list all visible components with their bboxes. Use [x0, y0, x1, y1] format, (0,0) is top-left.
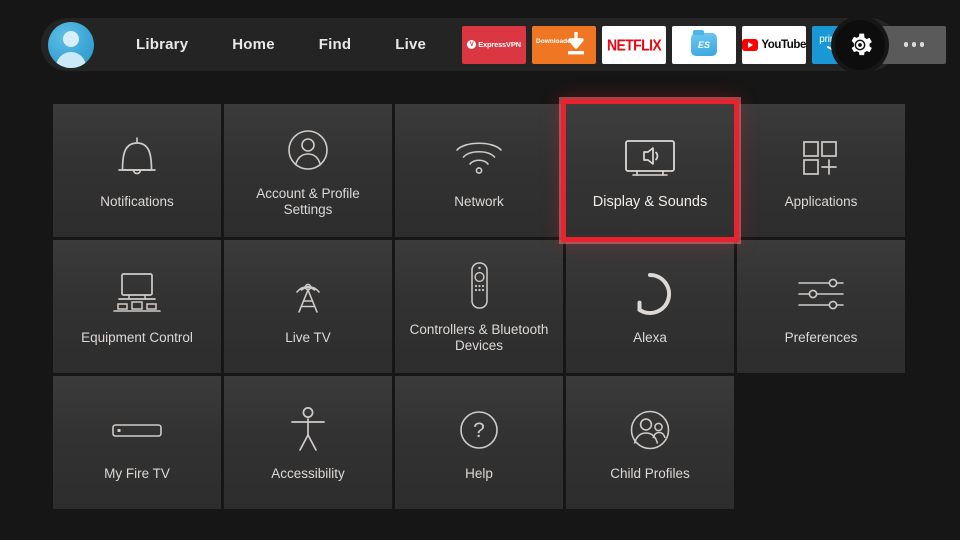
settings-tile-applications[interactable]: Applications [737, 104, 905, 237]
settings-tile-controllers-bluetooth-devices[interactable]: Controllers & Bluetooth Devices [395, 240, 563, 373]
app-label-youtube: YouTube [761, 38, 807, 51]
more-dots-icon [903, 42, 925, 47]
settings-tile-display-and-sounds[interactable]: Display & Sounds [561, 99, 739, 242]
settings-gear-button[interactable] [835, 19, 885, 70]
tv-devices-icon [110, 268, 164, 320]
settings-tile-equipment-control[interactable]: Equipment Control [53, 240, 221, 373]
settings-tile-label: Preferences [784, 329, 858, 345]
fire-tv-stick-icon [109, 404, 165, 456]
wifi-icon [453, 132, 505, 184]
settings-tile-label: Child Profiles [610, 465, 690, 481]
app-label-es: ES [698, 39, 711, 50]
sliders-icon [795, 268, 847, 320]
app-label-expressvpn: ExpressVPN [478, 40, 521, 49]
youtube-play-icon [742, 38, 759, 51]
settings-tile-child-profiles[interactable]: Child Profiles [566, 376, 734, 509]
settings-tile-my-fire-tv[interactable]: My Fire TV [53, 376, 221, 509]
settings-tile-alexa[interactable]: Alexa [566, 240, 734, 373]
tv-speaker-icon [621, 132, 679, 184]
broadcast-tower-icon [284, 268, 332, 320]
settings-tile-account-profile-settings[interactable]: Account & Profile Settings [224, 104, 392, 237]
settings-tile-notifications[interactable]: Notifications [53, 104, 221, 237]
settings-tile-label: Network [454, 193, 504, 209]
app-shortcut-youtube[interactable]: YouTube [742, 25, 807, 64]
settings-tile-label: Display & Sounds [592, 193, 708, 210]
settings-tile-label: My Fire TV [104, 465, 170, 481]
bell-icon [114, 132, 160, 184]
settings-tile-label: Equipment Control [81, 329, 193, 345]
app-shortcut-downloader[interactable]: Downloader [532, 25, 597, 64]
avatar[interactable] [48, 21, 94, 68]
app-shortcut-es-file-explorer[interactable]: ES [672, 25, 737, 64]
settings-tile-accessibility[interactable]: Accessibility [224, 376, 392, 509]
nav-item-library[interactable]: Library [114, 32, 210, 57]
app-shortcut-more[interactable] [882, 25, 947, 64]
settings-tile-label: Notifications [100, 193, 174, 209]
nav-item-home[interactable]: Home [210, 32, 296, 57]
avatar-body-icon [56, 51, 86, 68]
settings-tile-label: Alexa [633, 329, 667, 345]
settings-tile-network[interactable]: Network [395, 104, 563, 237]
nav-item-live[interactable]: Live [373, 32, 448, 57]
app-label-netflix: NETFLIX [606, 35, 662, 54]
expressvpn-mark-icon: V [467, 40, 477, 49]
accessibility-person-icon [287, 404, 329, 456]
nav-item-find[interactable]: Find [297, 32, 373, 57]
avatar-head-icon [63, 30, 79, 47]
fire-tv-settings-screen: Library Home Find Live V ExpressVPN Down… [0, 0, 960, 540]
download-arrow-icon [565, 31, 587, 58]
alexa-ring-icon [627, 268, 673, 320]
settings-tile-label: Accessibility [271, 465, 345, 481]
gear-icon [851, 33, 872, 55]
app-squares-plus-icon [797, 132, 845, 184]
app-shortcut-expressvpn[interactable]: V ExpressVPN [462, 25, 527, 64]
settings-tile-label: Account & Profile Settings [256, 185, 360, 217]
question-circle-icon: ? [456, 404, 502, 456]
svg-text:?: ? [473, 419, 485, 442]
settings-tile-label: Applications [784, 193, 858, 209]
settings-tile-live-tv[interactable]: Live TV [224, 240, 392, 373]
settings-tile-preferences[interactable]: Preferences [737, 240, 905, 373]
expressvpn-logo-icon: V ExpressVPN [467, 40, 521, 49]
settings-tile-label: Controllers & Bluetooth Devices [409, 321, 549, 353]
top-navigation-bar: Library Home Find Live V ExpressVPN Down… [41, 18, 947, 71]
two-people-circle-icon [626, 404, 674, 456]
es-folder-icon: ES [691, 30, 718, 56]
settings-tile-label: Help [465, 465, 493, 481]
settings-tile-label: Live TV [285, 329, 331, 345]
settings-tile-grid: Notifications Account & Profile Settings [53, 99, 905, 509]
app-shortcut-netflix[interactable]: NETFLIX [602, 25, 667, 64]
remote-control-icon [464, 260, 494, 312]
person-circle-icon [284, 124, 332, 176]
settings-tile-help[interactable]: ? Help [395, 376, 563, 509]
nav-links: Library Home Find Live [114, 32, 448, 57]
